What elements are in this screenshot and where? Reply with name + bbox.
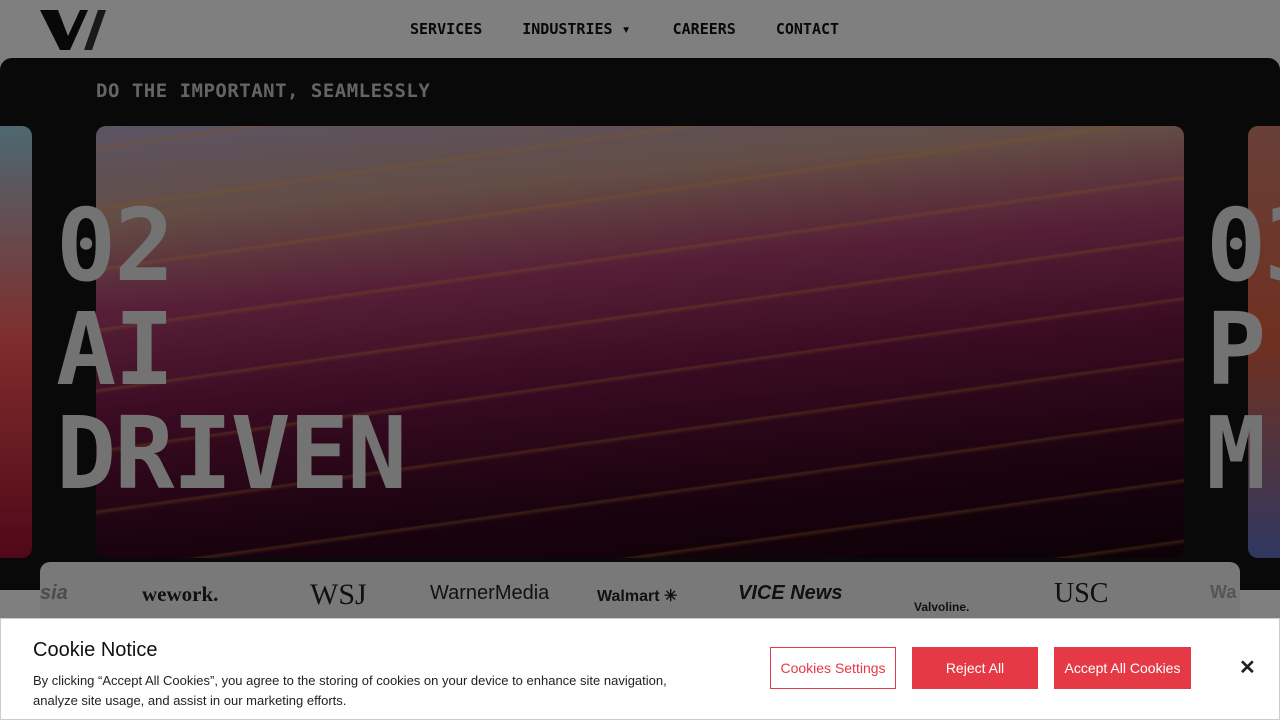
modal-overlay [0, 0, 1280, 720]
reject-all-button[interactable]: Reject All [912, 647, 1038, 689]
close-icon[interactable]: ✕ [1239, 655, 1256, 680]
cookie-title: Cookie Notice [33, 639, 158, 661]
cookies-settings-button[interactable]: Cookies Settings [770, 647, 896, 689]
accept-all-cookies-button[interactable]: Accept All Cookies [1054, 647, 1191, 689]
cookie-text: By clicking “Accept All Cookies”, you ag… [33, 673, 667, 708]
cookie-banner: Cookie Notice By clicking “Accept All Co… [0, 618, 1280, 720]
